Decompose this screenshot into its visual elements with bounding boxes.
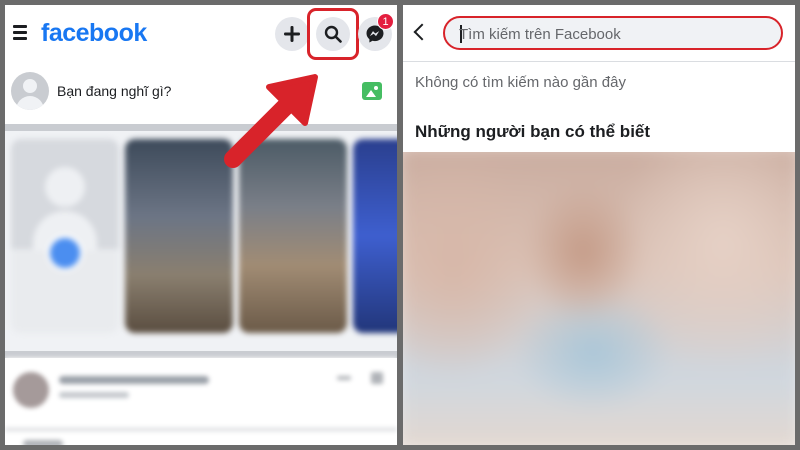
search-header [403, 5, 795, 61]
create-button[interactable] [275, 17, 309, 51]
photo-icon[interactable] [362, 82, 382, 100]
tutorial-composite: facebook 1 Bạn đang nghĩ gì? Tìm kiếm tr… [0, 0, 800, 450]
no-recent-searches-text: Không có tìm kiếm nào gần đây [415, 74, 626, 91]
stories-tray [5, 131, 397, 351]
pointer-arrow [224, 74, 318, 168]
post-composer[interactable]: Bạn đang nghĩ gì? [5, 67, 397, 119]
top-bar: facebook 1 [5, 5, 397, 63]
facebook-logo: facebook [41, 19, 147, 47]
composer-prompt[interactable]: Bạn đang nghĩ gì? [57, 83, 171, 99]
people-you-may-know-heading: Những người bạn có thể biết [415, 122, 651, 141]
section-divider [5, 351, 397, 358]
story-card[interactable] [353, 139, 397, 333]
messenger-badge: 1 [377, 13, 394, 30]
search-input[interactable] [459, 24, 759, 44]
divider [403, 61, 795, 62]
search-highlight-box [307, 8, 359, 60]
section-divider [5, 124, 397, 131]
plus-icon [284, 26, 300, 42]
feed-post [5, 358, 397, 445]
search-field[interactable] [443, 16, 783, 50]
avatar [11, 72, 49, 110]
suggested-friend-photo[interactable] [403, 152, 795, 445]
facebook-search-screen: Không có tìm kiếm nào gần đây Những ngườ… [403, 5, 795, 445]
hamburger-icon[interactable] [13, 25, 27, 40]
back-arrow-icon[interactable] [413, 23, 431, 41]
facebook-home-screen: facebook 1 Bạn đang nghĩ gì? [5, 5, 397, 445]
create-story-card[interactable] [11, 139, 119, 333]
